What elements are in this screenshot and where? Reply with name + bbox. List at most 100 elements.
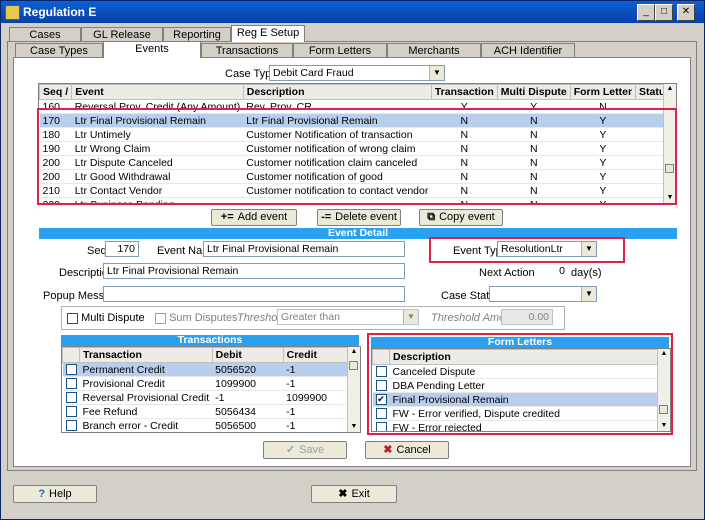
row-checkbox[interactable] [372, 420, 390, 431]
cell-letter: Y [570, 183, 636, 198]
tab-events[interactable]: Events [103, 41, 201, 58]
row-checkbox[interactable] [62, 404, 80, 419]
minimize-button[interactable]: _ [637, 4, 655, 21]
maximize-button[interactable]: □ [655, 4, 673, 21]
threshold-select[interactable]: Greater than ▼ [277, 309, 419, 325]
cancel-button[interactable]: ✖ Cancel [365, 441, 449, 459]
cell-seq: 170 [39, 113, 72, 128]
form-letters-grid: Description Canceled Dispute DBA Pending … [371, 348, 671, 432]
col-debit[interactable]: Debit [211, 347, 284, 363]
row-checkbox[interactable] [62, 390, 80, 405]
scroll-thumb[interactable] [659, 405, 668, 414]
tab-ach-identifier[interactable]: ACH Identifier [481, 43, 575, 58]
close-button[interactable]: ✕ [677, 4, 695, 21]
col-form-letter[interactable]: Form Letter [569, 84, 637, 100]
tab-transactions[interactable]: Transactions [201, 43, 293, 58]
row-checkbox[interactable] [62, 362, 80, 377]
tab-reg-e-setup[interactable]: Reg E Setup [231, 25, 305, 42]
tab-case-types[interactable]: Case Types [15, 43, 103, 58]
table-row[interactable]: Reversal Provisional Credit -1 1099900 [62, 390, 360, 405]
delete-event-button[interactable]: -= Delete event [317, 209, 401, 226]
scroll-up-icon[interactable]: ▲ [348, 347, 360, 357]
table-row[interactable]: 170 Ltr Final Provisional Remain Ltr Final… [39, 113, 676, 128]
tab-form-letters[interactable]: Form Letters [293, 43, 387, 58]
event-type-select[interactable]: ResolutionLtr ▼ [497, 241, 597, 257]
table-row[interactable]: Permanent Credit 5056520 -1 [62, 362, 360, 377]
row-checkbox[interactable] [372, 378, 390, 393]
copy-icon: ⧉ [427, 211, 436, 223]
events-scrollbar[interactable]: ▲ ▼ [663, 84, 676, 203]
scroll-thumb[interactable] [665, 164, 674, 173]
add-event-button[interactable]: += Add event [211, 209, 297, 226]
scroll-thumb[interactable] [349, 361, 358, 370]
checkbox-icon [65, 392, 77, 404]
scroll-down-icon[interactable]: ▼ [348, 422, 360, 432]
event-name-input[interactable]: Ltr Final Provisional Remain [203, 241, 405, 257]
list-item[interactable]: Canceled Dispute [372, 364, 658, 379]
scroll-down-icon[interactable]: ▼ [658, 421, 670, 431]
list-item[interactable]: FW - Error rejected [372, 420, 658, 431]
col-letter-description[interactable]: Description [389, 349, 658, 365]
case-type-select[interactable]: Debit Card Fraud ▼ [269, 65, 445, 81]
row-checkbox[interactable]: ✔ [372, 392, 390, 407]
cell-event: Ltr-Business Pending [71, 197, 244, 203]
table-row[interactable]: 200 Ltr Good Withdrawal Customer notificat… [39, 169, 676, 184]
cell-multi: N [497, 197, 571, 203]
col-check [372, 349, 390, 365]
cell-multi: N [497, 183, 571, 198]
cell-seq: 220 [39, 197, 72, 203]
checkbox-icon [375, 408, 387, 420]
cell-event: Ltr Dispute Canceled [71, 155, 244, 170]
form-letters-scrollbar[interactable]: ▲ ▼ [657, 349, 670, 431]
seq-input[interactable]: 170 [105, 241, 139, 257]
col-event[interactable]: Event [71, 84, 244, 100]
scroll-up-icon[interactable]: ▲ [664, 84, 676, 94]
col-multi-dispute[interactable]: Multi Dispute [496, 84, 571, 100]
chevron-down-icon: ▼ [429, 66, 444, 80]
tab-gl-release[interactable]: GL Release [81, 27, 163, 42]
table-row[interactable]: 210 Ltr Contact Vendor Customer notificati… [39, 183, 676, 198]
delete-event-label: Delete event [335, 211, 397, 223]
checkbox-icon [155, 312, 166, 324]
list-item[interactable]: ✔ Final Provisional Remain [372, 392, 658, 407]
table-row[interactable]: 220Ltr-Business PendingNNY [39, 197, 676, 203]
popup-message-input[interactable] [103, 286, 405, 302]
row-checkbox[interactable] [372, 406, 390, 421]
add-event-label: Add event [237, 211, 288, 223]
tab-cases[interactable]: Cases [9, 27, 81, 42]
threshold-amount-input[interactable]: 0.00 [501, 309, 553, 325]
tab-merchants[interactable]: Merchants [387, 43, 481, 58]
help-button[interactable]: ? Help [13, 485, 97, 503]
next-action-input[interactable]: 0 [535, 263, 569, 279]
cell-seq: 200 [39, 169, 72, 184]
cell-description [243, 197, 432, 203]
row-checkbox[interactable] [62, 418, 80, 432]
exit-button[interactable]: ✖ Exit [311, 485, 397, 503]
scroll-up-icon[interactable]: ▲ [658, 349, 670, 359]
tab-reporting[interactable]: Reporting [163, 27, 231, 42]
table-row[interactable]: 190 Ltr Wrong Claim Customer notification … [39, 141, 676, 156]
transactions-scrollbar[interactable]: ▲ ▼ [347, 347, 360, 432]
table-row[interactable]: Provisional Credit 1099900 -1 [62, 376, 360, 391]
col-description[interactable]: Description [242, 84, 432, 100]
list-item[interactable]: DBA Pending Letter [372, 378, 658, 393]
table-row[interactable]: 200 Ltr Dispute Canceled Customer notifica… [39, 155, 676, 170]
list-item[interactable]: FW - Error verified, Dispute credited [372, 406, 658, 421]
col-transaction-name[interactable]: Transaction [79, 347, 213, 363]
scroll-down-icon[interactable]: ▼ [664, 193, 676, 203]
save-button[interactable]: ✓ Save [263, 441, 347, 459]
table-row[interactable]: Fee Refund 5056434 -1 [62, 404, 360, 419]
cell-debit: 1099900 [212, 376, 284, 391]
col-seq[interactable]: Seq / [39, 84, 73, 100]
table-row[interactable]: 180 Ltr Untimely Customer Notification of … [39, 127, 676, 142]
sum-disputes-checkbox[interactable]: Sum Disputes [155, 312, 238, 324]
multi-dispute-checkbox[interactable]: Multi Dispute [67, 312, 145, 324]
description-input[interactable]: Ltr Final Provisional Remain [103, 263, 405, 279]
row-checkbox[interactable] [372, 364, 390, 379]
table-row[interactable]: Branch error - Credit 5056500 -1 [62, 418, 360, 432]
case-status-select[interactable]: ▼ [489, 286, 597, 302]
table-row[interactable]: 160 Reversal Prov. Credit (Any Amount) Rev… [39, 99, 676, 114]
row-checkbox[interactable] [62, 376, 80, 391]
col-transaction[interactable]: Transaction [430, 84, 498, 100]
copy-event-button[interactable]: ⧉ Copy event [419, 209, 503, 226]
